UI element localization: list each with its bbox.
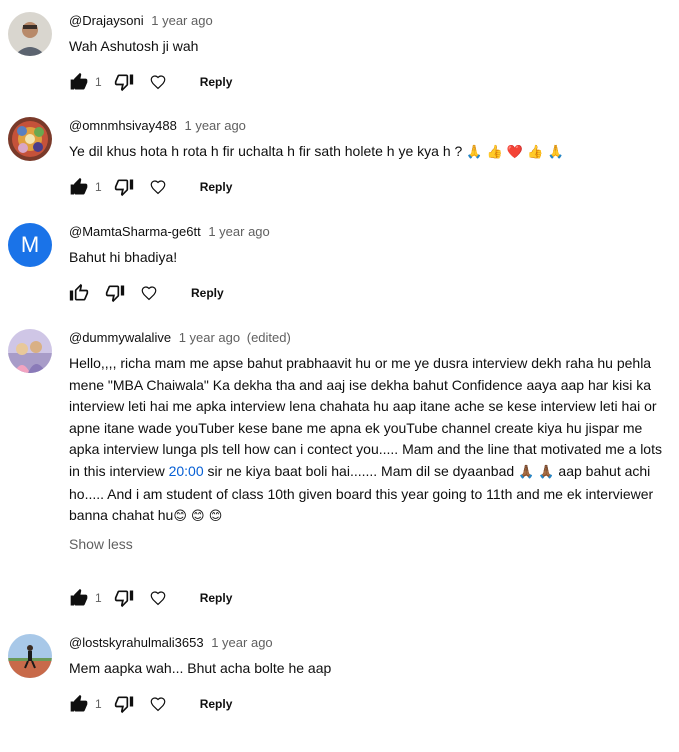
reply-button[interactable]: Reply: [196, 587, 237, 609]
like-button[interactable]: [67, 586, 91, 610]
comment-emojis: 🙏 👍 ❤️ 👍 🙏: [466, 145, 564, 160]
like-button[interactable]: [67, 692, 91, 716]
dislike-button[interactable]: [112, 586, 136, 610]
thumbs-up-icon: [69, 283, 89, 301]
comment-author[interactable]: @Drajaysoni: [69, 13, 144, 28]
heart-icon: [150, 75, 166, 90]
comment-actions: 1 Reply: [67, 175, 236, 199]
avatar[interactable]: M: [8, 223, 52, 267]
heart-button[interactable]: [146, 586, 170, 610]
thumbs-down-icon: [114, 179, 133, 197]
comment-text: Wah Ashutosh ji wah: [69, 38, 199, 54]
comment-emojis: 😊 😊 😊: [173, 509, 223, 525]
comment-author[interactable]: @lostskyrahulmali3653: [69, 635, 204, 650]
comment-timestamp[interactable]: 1 year ago: [151, 13, 212, 28]
thumbs-up-filled-icon: [70, 588, 88, 606]
like-count: 1: [95, 697, 102, 711]
thumbs-down-icon: [105, 285, 125, 303]
comment-text-body: Hello,,,, richa mam me apse bahut prabha…: [69, 355, 662, 479]
comment-emojis: 🙏🏾 🙏🏾: [518, 464, 555, 480]
like-count: 1: [95, 180, 102, 194]
heart-icon: [141, 286, 157, 301]
dislike-button[interactable]: [112, 692, 136, 716]
heart-button[interactable]: [146, 70, 170, 94]
thumbs-down-icon: [114, 74, 133, 92]
dislike-button[interactable]: [112, 175, 136, 199]
comment-author[interactable]: @dummywalalive: [69, 330, 171, 345]
thumbs-down-icon: [114, 590, 133, 608]
comment-timestamp[interactable]: 1 year ago: [208, 224, 269, 239]
comment-text-body: sir ne kiya baat boli hai....... Mam dil…: [203, 462, 519, 479]
avatar[interactable]: [8, 117, 52, 161]
comment-text: Ye dil khus hota h rota h fir uchalta h …: [69, 141, 663, 164]
thumbs-up-filled-icon: [70, 177, 88, 195]
comment-timestamp[interactable]: 1 year ago: [211, 635, 272, 650]
avatar-letter: M: [20, 232, 40, 257]
comment-actions: 1 Reply: [67, 692, 236, 716]
dislike-button[interactable]: [103, 281, 127, 305]
comment-author[interactable]: @omnmhsivay488: [69, 118, 177, 133]
comment-actions: Reply: [67, 281, 228, 305]
heart-button[interactable]: [146, 692, 170, 716]
heart-button[interactable]: [137, 281, 161, 305]
reply-button[interactable]: Reply: [196, 176, 237, 198]
like-button[interactable]: [67, 175, 91, 199]
reply-button[interactable]: Reply: [196, 71, 237, 93]
thumbs-up-filled-icon: [70, 694, 88, 712]
avatar[interactable]: [8, 12, 52, 56]
dislike-button[interactable]: [112, 70, 136, 94]
comment-actions: 1 Reply: [67, 70, 236, 94]
heart-button[interactable]: [146, 175, 170, 199]
comment-text: Mem aapka wah... Bhut acha bolte he aap: [69, 660, 332, 676]
edited-label: (edited): [246, 330, 291, 345]
heart-icon: [150, 180, 166, 195]
reply-button[interactable]: Reply: [196, 693, 237, 715]
comment-timestamp[interactable]: 1 year ago: [179, 330, 240, 345]
comment-text: Hello,,,, richa mam me apse bahut prabha…: [69, 353, 663, 528]
reply-button[interactable]: Reply: [187, 282, 228, 304]
like-button[interactable]: [67, 281, 91, 305]
thumbs-down-icon: [114, 696, 133, 714]
comment-timestamp[interactable]: 1 year ago: [184, 118, 245, 133]
thumbs-up-filled-icon: [70, 72, 88, 90]
heart-icon: [150, 591, 166, 606]
avatar[interactable]: [8, 634, 52, 678]
timestamp-link[interactable]: 20:00: [169, 463, 204, 479]
comment-author[interactable]: @MamtaSharma-ge6tt: [69, 224, 201, 239]
comment-text-body: Ye dil khus hota h rota h fir uchalta h …: [69, 143, 463, 159]
comment-text: Bahut hi bhadiya!: [69, 249, 178, 265]
like-count: 1: [95, 591, 102, 605]
like-button[interactable]: [67, 70, 91, 94]
comment-actions: 1 Reply: [67, 586, 236, 610]
heart-icon: [150, 697, 166, 712]
avatar[interactable]: [8, 329, 52, 373]
like-count: 1: [95, 75, 102, 89]
show-less-button[interactable]: Show less: [69, 534, 663, 554]
